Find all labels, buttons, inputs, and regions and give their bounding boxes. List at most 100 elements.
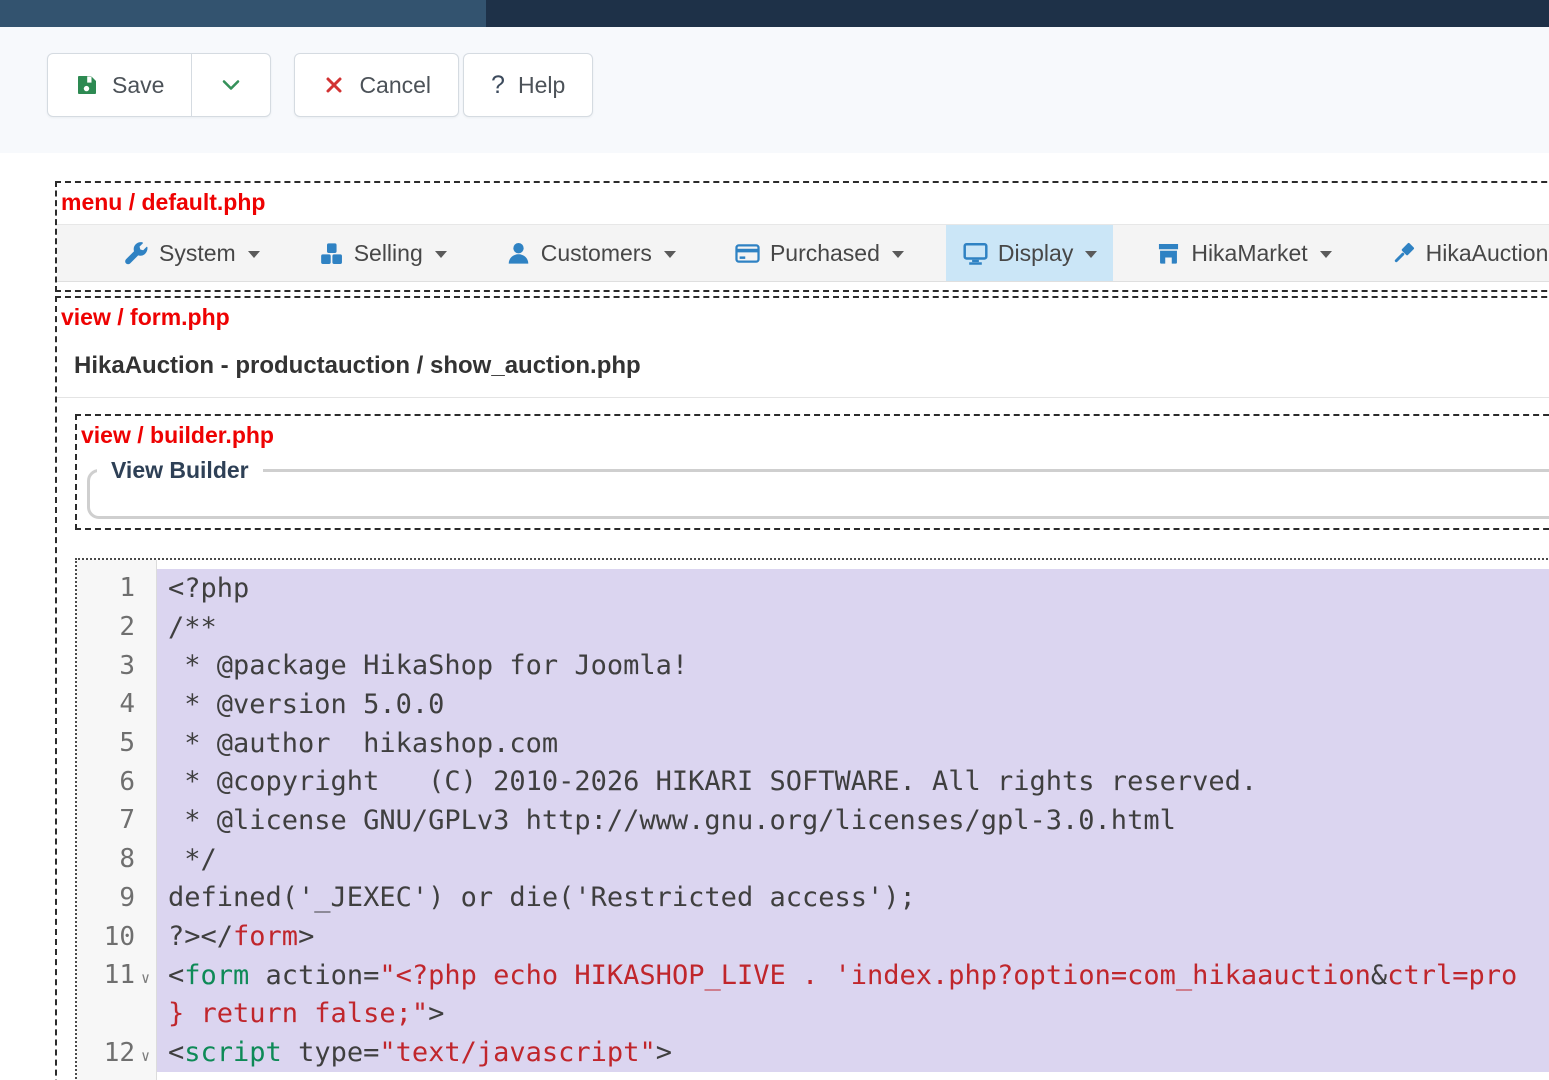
chevron-down-icon xyxy=(664,251,676,258)
code-token: * @package HikaShop for Joomla! xyxy=(168,650,688,681)
code-gutter: 1234567891011∨12∨ xyxy=(77,560,157,1080)
code-line[interactable]: <form action="<?php echo HIKASHOP_LIVE .… xyxy=(168,956,1549,995)
gutter-row: 6 xyxy=(77,762,156,801)
credit-card-icon xyxy=(734,240,761,267)
store-icon xyxy=(1155,240,1182,267)
code-token: defined('_JEXEC') or die('Restricted acc… xyxy=(168,882,916,913)
save-button-group: Save xyxy=(47,53,271,117)
help-button-label: Help xyxy=(518,72,565,99)
chevron-down-icon xyxy=(892,251,904,258)
line-number: 9 xyxy=(119,883,135,913)
cancel-button-group: Cancel xyxy=(294,53,459,117)
save-button-label: Save xyxy=(112,72,164,99)
menu-item-label: Selling xyxy=(354,240,423,267)
heading-divider xyxy=(57,397,1549,398)
cancel-x-icon xyxy=(322,73,346,97)
menu-item-hikaauction[interactable]: HikaAuction xyxy=(1374,225,1549,281)
code-line[interactable]: * @license GNU/GPLv3 http://www.gnu.org/… xyxy=(168,801,1549,840)
gutter-row: 10 xyxy=(77,917,156,956)
code-token: <?php xyxy=(168,573,249,604)
code-line[interactable]: /** xyxy=(168,608,1549,647)
code-token: */ xyxy=(168,844,217,875)
save-dropdown-button[interactable] xyxy=(192,54,270,116)
code-line[interactable]: defined('_JEXEC') or die('Restricted acc… xyxy=(168,879,1549,918)
line-number: 6 xyxy=(119,767,135,797)
menu-item-customers[interactable]: Customers xyxy=(489,225,692,281)
line-number: 7 xyxy=(119,805,135,835)
line-number: 10 xyxy=(104,922,135,952)
menu-item-display[interactable]: Display xyxy=(946,225,1113,281)
line-number: 8 xyxy=(119,844,135,874)
code-token: ?></ xyxy=(168,921,233,952)
cancel-button-label: Cancel xyxy=(359,72,431,99)
code-area[interactable]: <?php /** * @package HikaShop for Joomla!… xyxy=(157,560,1549,1080)
gutter-row: 5 xyxy=(77,724,156,763)
top-bar-right-segment xyxy=(486,0,1549,27)
wrench-icon xyxy=(123,240,150,267)
gutter-row: 7 xyxy=(77,801,156,840)
line-number: 4 xyxy=(119,689,135,719)
gutter-row: 4 xyxy=(77,685,156,724)
view-builder-fieldset: View Builder xyxy=(87,457,1549,519)
chevron-down-icon xyxy=(435,251,447,258)
builder-template-box: view / builder.php View Builder xyxy=(75,414,1549,530)
code-editor[interactable]: 1234567891011∨12∨ <?php/** * @package Hi… xyxy=(75,558,1549,1080)
menu-item-purchased[interactable]: Purchased xyxy=(718,225,920,281)
code-line[interactable]: ?></form> xyxy=(168,917,1549,956)
code-token: } return false;" xyxy=(168,998,428,1029)
gutter-row: 3 xyxy=(77,646,156,685)
code-line[interactable]: */ xyxy=(168,840,1549,879)
fold-spacer xyxy=(135,663,156,669)
code-token: "<?php echo HIKASHOP_LIVE . 'index.php?o… xyxy=(379,960,1371,991)
code-token: action= xyxy=(249,960,379,991)
menu-item-system[interactable]: System xyxy=(107,225,276,281)
fold-chevron-icon[interactable]: ∨ xyxy=(135,963,156,987)
cubes-icon xyxy=(318,240,345,267)
menu-item-label: Display xyxy=(998,240,1073,267)
menu-bar: System Selling Customers Purchased Display Hi… xyxy=(57,224,1549,282)
code-token: * @version 5.0.0 xyxy=(168,689,444,720)
cancel-button[interactable]: Cancel xyxy=(295,54,458,116)
fold-chevron-icon[interactable]: ∨ xyxy=(135,1041,156,1065)
code-token: * @copyright (C) 2010-2026 HIKARI SOFTWA… xyxy=(168,766,1257,797)
line-number: 1 xyxy=(119,573,135,603)
fold-spacer xyxy=(135,585,156,591)
code-token: form xyxy=(233,921,298,952)
code-line[interactable]: <?php xyxy=(168,569,1549,608)
menu-item-selling[interactable]: Selling xyxy=(302,225,463,281)
code-token: < xyxy=(168,960,184,991)
menu-template-box: menu / default.php System Selling Customer… xyxy=(55,181,1549,292)
code-token: /** xyxy=(168,612,217,643)
code-line[interactable]: <script type="text/javascript"> xyxy=(168,1033,1549,1072)
code-lines: <?php /** * @package HikaShop for Joomla!… xyxy=(157,569,1549,1072)
code-token: script xyxy=(184,1037,282,1068)
code-token: > xyxy=(298,921,314,952)
code-token: form xyxy=(184,960,249,991)
view-template-label: view / form.php xyxy=(57,298,1549,335)
gutter-row: 1 xyxy=(77,569,156,608)
menu-template-label: menu / default.php xyxy=(57,183,1549,220)
gutter-row: 8 xyxy=(77,840,156,879)
gavel-icon xyxy=(1390,240,1417,267)
code-line[interactable]: * @author hikashop.com xyxy=(168,724,1549,763)
toolbar: Save Cancel ? Help xyxy=(0,27,1549,153)
main-content: menu / default.php System Selling Customer… xyxy=(0,181,1549,1080)
code-token: & xyxy=(1371,960,1387,991)
code-line[interactable]: * @copyright (C) 2010-2026 HIKARI SOFTWA… xyxy=(168,762,1549,801)
code-token: * @license GNU/GPLv3 http://www.gnu.org/… xyxy=(168,805,1176,836)
save-button[interactable]: Save xyxy=(48,54,191,116)
top-bar xyxy=(0,0,1549,27)
code-line[interactable]: * @version 5.0.0 xyxy=(168,685,1549,724)
code-token: type= xyxy=(282,1037,380,1068)
code-token: * @author hikashop.com xyxy=(168,728,558,759)
code-line[interactable]: } return false;"> xyxy=(168,995,1549,1034)
menu-item-label: Purchased xyxy=(770,240,880,267)
fold-spacer xyxy=(135,817,156,823)
fold-spacer xyxy=(135,740,156,746)
builder-template-label: view / builder.php xyxy=(77,416,1549,453)
help-button[interactable]: ? Help xyxy=(464,54,592,116)
monitor-icon xyxy=(962,240,989,267)
menu-item-hikamarket[interactable]: HikaMarket xyxy=(1139,225,1347,281)
code-line[interactable]: * @package HikaShop for Joomla! xyxy=(168,646,1549,685)
menu-item-label: System xyxy=(159,240,236,267)
